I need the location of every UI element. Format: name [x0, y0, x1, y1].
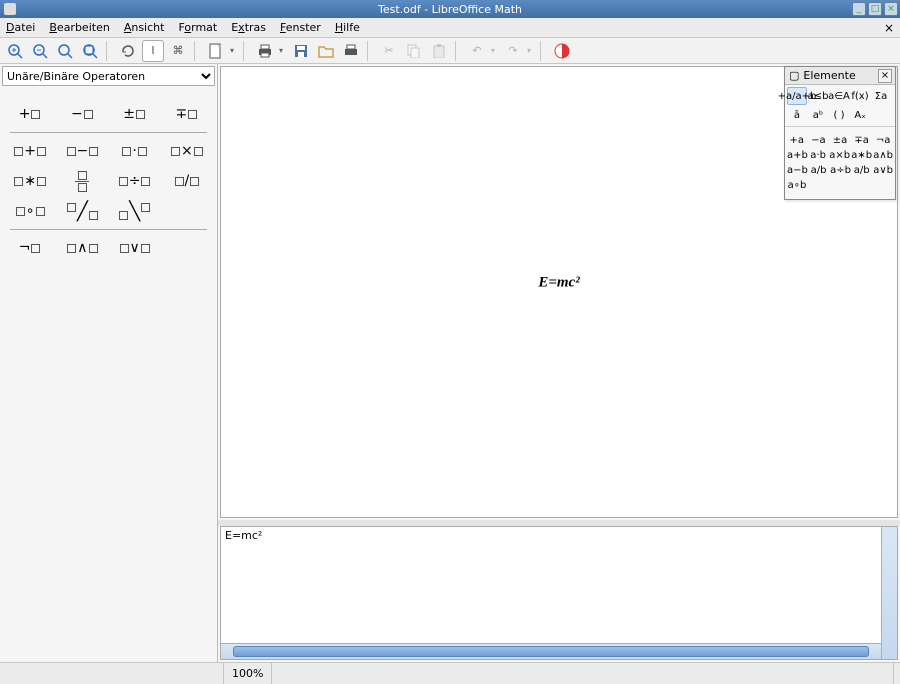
- editor-vscrollbar[interactable]: [881, 527, 897, 659]
- redo-dropdown[interactable]: ▾: [527, 46, 535, 55]
- undo-dropdown[interactable]: ▾: [491, 46, 499, 55]
- op-neg-a[interactable]: ¬: [8, 236, 52, 260]
- formula-editor: E=mc²: [220, 526, 898, 660]
- menu-datei[interactable]: Datei: [6, 21, 35, 34]
- op-a-div-b[interactable]: ÷: [113, 169, 157, 193]
- help-icon[interactable]: [551, 40, 573, 62]
- cat-unary-binary[interactable]: +a/a+b: [787, 87, 807, 105]
- el-aor-b[interactable]: a∨b: [873, 165, 893, 176]
- cat-attributes[interactable]: ā: [787, 106, 807, 124]
- cat-operators[interactable]: Σa: [871, 87, 891, 105]
- zoom-level[interactable]: 100%: [224, 663, 272, 684]
- zoom-fit-icon[interactable]: [79, 40, 101, 62]
- new-doc-dropdown[interactable]: ▾: [230, 46, 238, 55]
- op-a-minus-b[interactable]: −: [60, 139, 104, 163]
- operator-category-select[interactable]: Unäre/Binäre Operatoren: [2, 66, 215, 86]
- elements-close-button[interactable]: ×: [878, 69, 892, 83]
- print-dropdown[interactable]: ▾: [279, 46, 287, 55]
- op-a-cdot-b[interactable]: ·: [113, 139, 157, 163]
- zoom-out-icon[interactable]: [29, 40, 51, 62]
- cat-formats[interactable]: ( ): [829, 106, 849, 124]
- window-close-button[interactable]: ×: [884, 2, 898, 16]
- op-plusminus-a[interactable]: ±: [113, 102, 157, 126]
- new-doc-icon[interactable]: [205, 40, 227, 62]
- open-icon[interactable]: [315, 40, 337, 62]
- refresh-icon[interactable]: [117, 40, 139, 62]
- menubar: Datei Bearbeiten Ansicht Format Extras F…: [0, 18, 900, 38]
- window-minimize-button[interactable]: _: [852, 2, 866, 16]
- el-afrac-b[interactable]: a/b: [809, 165, 828, 176]
- document-close-button[interactable]: ×: [884, 21, 894, 35]
- op-a-times-b[interactable]: ×: [165, 139, 209, 163]
- op-a-wideslash-b[interactable]: ╱: [60, 199, 104, 223]
- op-a-widebslash-b[interactable]: ╲: [113, 199, 157, 223]
- op-empty: [165, 199, 209, 223]
- el-atimes-b[interactable]: a×b: [829, 150, 849, 161]
- el-aplus-b[interactable]: a+b: [787, 150, 807, 161]
- window-titlebar: Test.odf - LibreOffice Math _ □ ×: [0, 0, 900, 18]
- statusbar: 100%: [0, 662, 900, 684]
- el-aand-b[interactable]: a∧b: [873, 150, 893, 161]
- menu-bearbeiten[interactable]: Bearbeiten: [49, 21, 109, 34]
- op-empty2: [165, 236, 209, 260]
- op-plus-a[interactable]: +: [8, 102, 52, 126]
- menu-format[interactable]: Format: [178, 21, 217, 34]
- operator-grid: + − ± ∓ + − · × ∗ ÷ / ∘ ╱ ╲: [0, 90, 217, 272]
- op-a-over-b[interactable]: [60, 169, 104, 193]
- rendered-formula: E=mc²: [538, 275, 579, 292]
- undo-icon[interactable]: ↶: [466, 40, 488, 62]
- menu-fenster[interactable]: Fenster: [280, 21, 321, 34]
- zoom-in-icon[interactable]: [4, 40, 26, 62]
- el-acdot-b[interactable]: a·b: [809, 150, 827, 161]
- op-a-ast-b[interactable]: ∗: [8, 169, 52, 193]
- elements-category-toolbar: +a/a+b a≤b a∈A f(x) Σa ā aᵇ ( ) Aₓ: [785, 85, 895, 127]
- formula-input[interactable]: E=mc²: [221, 527, 881, 659]
- zoom-100-icon[interactable]: [54, 40, 76, 62]
- cat-set-ops[interactable]: a∈A: [829, 87, 849, 105]
- doc-icon: ▢: [789, 69, 799, 82]
- el-pm-a[interactable]: ±a: [830, 135, 850, 146]
- op-minusplus-a[interactable]: ∓: [165, 102, 209, 126]
- op-a-circ-b[interactable]: ∘: [8, 199, 52, 223]
- elements-panel-title: Elemente: [803, 69, 855, 82]
- op-a-or-b[interactable]: ∨: [113, 236, 157, 260]
- grid-icon[interactable]: ⌘: [167, 40, 189, 62]
- el-neg-a[interactable]: ¬a: [873, 135, 893, 146]
- el-aast-b[interactable]: a∗b: [851, 150, 871, 161]
- app-icon: [4, 3, 16, 15]
- elements-panel: ▢ Elemente × +a/a+b a≤b a∈A f(x) Σa ā aᵇ…: [784, 66, 896, 200]
- el-plus-a[interactable]: +a: [787, 135, 807, 146]
- main-toolbar: I ⌘ ▾ ▾ ✂ ↶ ▾ ↷ ▾: [0, 38, 900, 64]
- cut-icon[interactable]: ✂: [378, 40, 400, 62]
- cat-others[interactable]: Aₓ: [850, 106, 870, 124]
- cat-relations[interactable]: a≤b: [808, 87, 828, 105]
- window-title: Test.odf - LibreOffice Math: [378, 3, 522, 16]
- menu-hilfe[interactable]: Hilfe: [335, 21, 360, 34]
- operator-panel: Unäre/Binäre Operatoren + − ± ∓ + − · × …: [0, 64, 218, 662]
- editor-hscrollbar[interactable]: [221, 643, 881, 659]
- copy-icon[interactable]: [403, 40, 425, 62]
- el-aslash-b[interactable]: a/b: [852, 165, 871, 176]
- op-minus-a[interactable]: −: [60, 102, 104, 126]
- el-minus-a[interactable]: −a: [809, 135, 829, 146]
- window-maximize-button[interactable]: □: [868, 2, 882, 16]
- el-mp-a[interactable]: ∓a: [852, 135, 872, 146]
- op-a-slash-b[interactable]: /: [165, 169, 209, 193]
- print-icon[interactable]: [254, 40, 276, 62]
- cursor-icon[interactable]: I: [142, 40, 164, 62]
- op-a-plus-b[interactable]: +: [8, 139, 52, 163]
- op-a-and-b[interactable]: ∧: [60, 236, 104, 260]
- el-acirc-b[interactable]: a∘b: [787, 180, 807, 191]
- print-direct-icon[interactable]: [340, 40, 362, 62]
- save-icon[interactable]: [290, 40, 312, 62]
- cat-functions[interactable]: f(x): [850, 87, 870, 105]
- el-adiv-b[interactable]: a÷b: [830, 165, 850, 176]
- redo-icon[interactable]: ↷: [502, 40, 524, 62]
- elements-list: +a −a ±a ∓a ¬a a+b a·b a×b a∗b a∧b a−b a…: [785, 127, 895, 199]
- paste-icon[interactable]: [428, 40, 450, 62]
- menu-ansicht[interactable]: Ansicht: [124, 21, 165, 34]
- menu-extras[interactable]: Extras: [231, 21, 266, 34]
- el-aminus-b[interactable]: a−b: [787, 165, 807, 176]
- cat-brackets[interactable]: aᵇ: [808, 106, 828, 124]
